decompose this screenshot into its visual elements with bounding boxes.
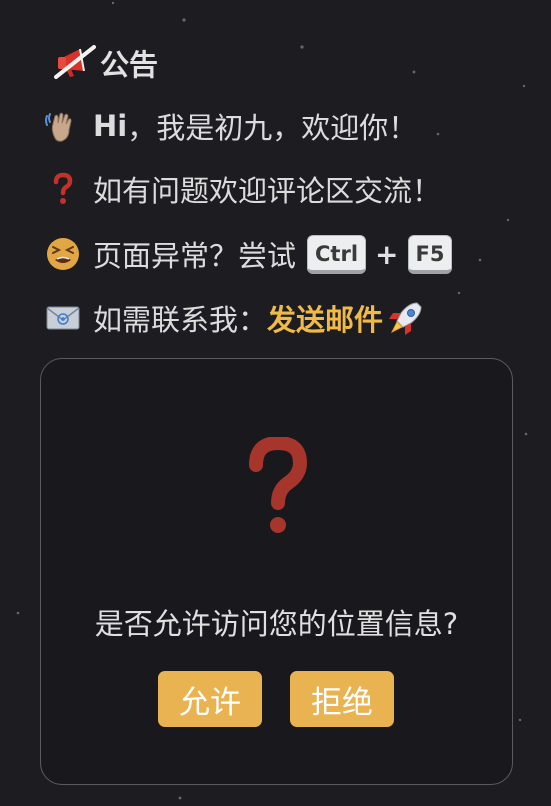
contact-text: 如需联系我： <box>93 303 268 337</box>
allow-button[interactable]: 允许 <box>158 671 262 727</box>
announcement-title: 公告 <box>54 41 158 85</box>
send-email-link[interactable]: 发送邮件 <box>267 297 383 339</box>
tired-face-icon <box>47 238 79 270</box>
key-plus: + <box>375 237 399 271</box>
greeting-text: ，我是初九，欢迎你！ <box>127 111 418 145</box>
location-prompt-text: 是否允许访问您的位置信息? <box>94 607 459 641</box>
megaphone-icon <box>54 45 96 79</box>
refresh-hint-line: 页面异常？尝试 Ctrl + F5 <box>45 231 461 277</box>
question-line: 如有问题欢迎评论区交流！ <box>45 166 441 212</box>
refresh-hint-text: 页面异常？尝试 <box>93 239 297 273</box>
f5-key: F5 <box>407 234 453 274</box>
contact-line: 如需联系我： 发送邮件 <box>45 295 425 341</box>
envelope-icon <box>46 306 80 330</box>
location-permission-dialog: 是否允许访问您的位置信息? 允许 拒绝 <box>40 358 513 785</box>
greeting-line: Hi ，我是初九，欢迎你！ <box>45 103 417 149</box>
announcement-title-text: 公告 <box>100 48 159 82</box>
question-line-text: 如有问题欢迎评论区交流！ <box>93 174 442 208</box>
question-mark-icon <box>248 435 307 533</box>
question-mark-wrapper <box>41 435 512 541</box>
red-question-icon <box>53 172 73 204</box>
ctrl-key: Ctrl <box>307 234 367 274</box>
deny-button[interactable]: 拒绝 <box>290 671 394 727</box>
waving-hand-icon <box>45 112 72 142</box>
greeting-name: Hi <box>93 109 128 143</box>
rocket-icon <box>389 302 422 335</box>
